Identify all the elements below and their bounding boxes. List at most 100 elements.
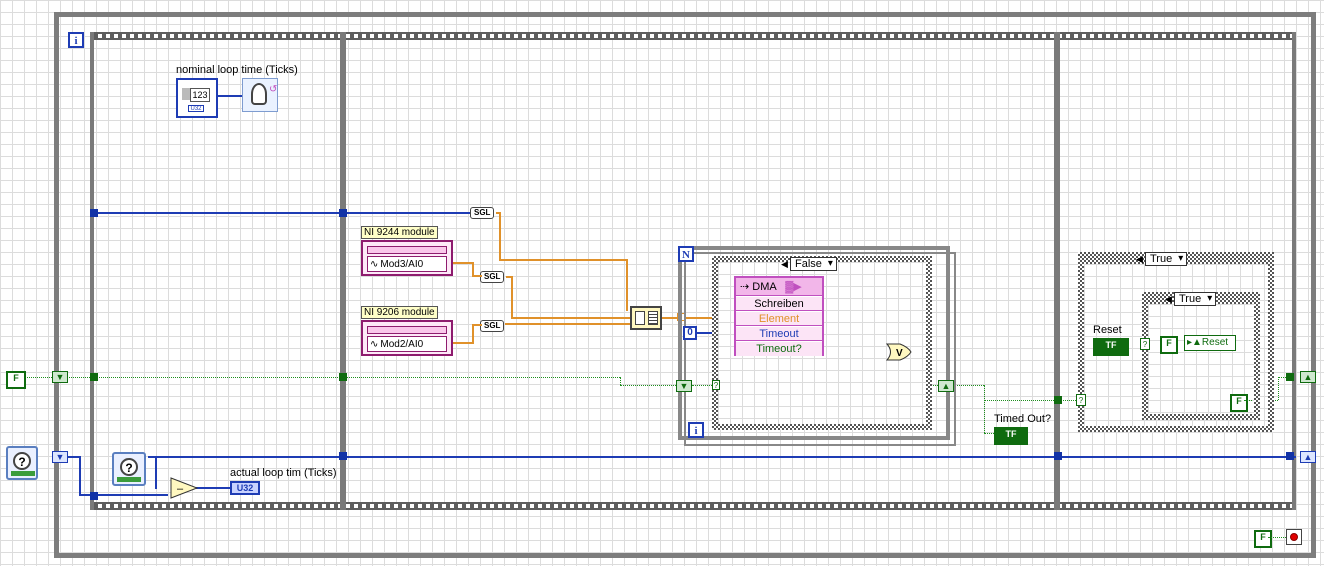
dma-timeout-row[interactable]: Timeout <box>736 327 822 341</box>
sequence-left-border <box>90 32 94 510</box>
false-constant-case[interactable]: F <box>1230 394 1248 412</box>
for-loop-shift-left[interactable]: ▼ <box>676 380 692 392</box>
tunnel-tick-left[interactable] <box>90 492 98 500</box>
u32-type-tag: U32 <box>188 105 204 112</box>
svg-text:–: – <box>177 483 184 495</box>
wait-until-next-multiple-icon[interactable]: ↺ <box>242 78 278 112</box>
stop-terminal[interactable] <box>1286 529 1302 545</box>
dma-timed-out-row[interactable]: Timeout? <box>736 342 822 356</box>
wire-tick-left-1[interactable] <box>66 456 80 458</box>
nominal-loop-time-label: nominal loop time (Ticks) <box>176 64 298 76</box>
wire-sgl1-b[interactable] <box>499 212 501 260</box>
case-true-inner-selector[interactable]: ◀ True <box>1165 292 1217 306</box>
numeric-arrow-icon <box>182 88 190 100</box>
case-question-inner[interactable]: ? <box>1140 338 1150 350</box>
case-question-tunnel[interactable]: ? <box>712 380 720 390</box>
actual-loop-time-indicator[interactable]: U32 <box>230 481 260 495</box>
shift-register-stop-right[interactable]: ▲ <box>1300 371 1316 383</box>
wire-timing-top[interactable] <box>94 212 472 214</box>
zero-constant[interactable]: 0 <box>683 326 697 340</box>
tunnel-timed-right[interactable] <box>1054 396 1062 404</box>
wire-tick-long[interactable] <box>148 456 1296 458</box>
wire-tick-left-2[interactable] <box>79 456 81 496</box>
ni9206-channel[interactable]: ∿ Mod2/AI0 <box>367 336 447 352</box>
wire-drop-timed[interactable] <box>984 385 985 433</box>
tunnel-tick-end[interactable] <box>1286 452 1294 460</box>
sequence-divider-1[interactable] <box>340 32 346 510</box>
tick-count-icon[interactable]: ? <box>6 446 38 480</box>
reset-control[interactable]: TF <box>1093 338 1129 356</box>
wire-f-case[interactable] <box>1244 400 1252 401</box>
tunnel-tick-right[interactable] <box>1054 452 1062 460</box>
wire-ni9206-up[interactable] <box>472 324 474 344</box>
for-loop-count-terminal[interactable]: N <box>678 246 694 262</box>
clock-base <box>11 471 35 476</box>
wire-to-case[interactable] <box>984 400 1076 401</box>
dma-fifo-node[interactable]: ⇢ DMA ▓▶ Schreiben Element Timeout Timeo… <box>734 276 824 356</box>
wire-ni9244-sgl[interactable] <box>472 275 482 277</box>
dma-mode-row[interactable]: Schreiben <box>736 297 822 311</box>
to-sgl-conversion-1[interactable]: SGL <box>470 207 495 219</box>
case-true-outer-selector-label: True <box>1150 253 1173 265</box>
case-question-outer[interactable]: ? <box>1076 394 1086 406</box>
case-true-outer-selector[interactable]: ◀ True <box>1136 252 1188 266</box>
wire-stop-drop[interactable] <box>620 377 621 385</box>
ni9244-channel[interactable]: ∿ Mod3/AI0 <box>367 256 447 272</box>
wire-sgl2-b[interactable] <box>511 276 513 318</box>
tunnel-stop-left[interactable] <box>90 373 98 381</box>
wire-stop[interactable] <box>1268 537 1286 538</box>
tick-count-inner-icon[interactable]: ? <box>112 452 146 486</box>
tunnel-timing-mid[interactable] <box>339 209 347 217</box>
build-array-node[interactable] <box>630 306 662 330</box>
wire-sgl1-c[interactable] <box>499 259 627 261</box>
wire-ni9206-sgl[interactable] <box>472 324 482 326</box>
tunnel-stop-mid[interactable] <box>339 373 347 381</box>
wire-timed-out-ind[interactable] <box>984 433 994 434</box>
array-icon-left <box>635 311 645 325</box>
ni9206-io-node[interactable]: ∿ Mod2/AI0 <box>361 320 453 356</box>
wire-ni9206-out[interactable] <box>453 342 473 344</box>
wire-ni9244-down[interactable] <box>472 262 474 276</box>
wire-case-up[interactable] <box>1278 377 1279 400</box>
ni9244-io-node[interactable]: ∿ Mod3/AI0 <box>361 240 453 276</box>
nominal-loop-time-control[interactable]: 123 U32 <box>176 78 218 118</box>
wire-sgl2-c[interactable] <box>511 317 631 319</box>
false-constant-reset[interactable]: F <box>1160 336 1178 354</box>
case-inner-prev-arrow[interactable]: ◀ <box>1165 293 1172 305</box>
case-prev-arrow[interactable]: ◀ <box>781 258 788 270</box>
false-constant-init[interactable]: F <box>6 371 26 389</box>
wire-tick-down[interactable] <box>155 457 157 489</box>
wire-stop-dma[interactable] <box>620 385 678 386</box>
timed-out-label: Timed Out? <box>994 413 1052 425</box>
shift-register-stop-left[interactable]: ▼ <box>52 371 68 383</box>
shift-register-tick-right[interactable]: ▲ <box>1300 451 1316 463</box>
wire-sgl3[interactable] <box>505 323 631 325</box>
case-false-selector[interactable]: ◀ False <box>781 257 837 271</box>
reset-property-node[interactable]: ▸▲Reset <box>1184 335 1236 351</box>
for-loop-shift-right[interactable]: ▲ <box>938 380 954 392</box>
sequence-divider-2[interactable] <box>1054 32 1060 510</box>
wire-stop-shift[interactable] <box>22 377 54 378</box>
false-constant-stop[interactable]: F <box>1254 530 1272 548</box>
clock-base-inner <box>117 477 141 482</box>
ni9244-label: NI 9244 module <box>361 226 438 239</box>
timed-out-indicator[interactable]: TF <box>994 427 1028 445</box>
to-sgl-conversion-3[interactable]: SGL <box>480 320 505 332</box>
io-node-header-2 <box>367 326 447 334</box>
subtract-node[interactable]: – <box>170 477 198 499</box>
to-sgl-conversion-2[interactable]: SGL <box>480 271 505 283</box>
shift-register-tick-left[interactable]: ▼ <box>52 451 68 463</box>
tunnel-stop-end[interactable] <box>1286 373 1294 381</box>
wire-subtract-out[interactable] <box>196 487 232 489</box>
tunnel-timing-left[interactable] <box>90 209 98 217</box>
or-node[interactable]: V <box>886 343 912 361</box>
wire-for-out[interactable] <box>954 385 984 386</box>
tunnel-tick-mid[interactable] <box>339 452 347 460</box>
wire-sgl1-d[interactable] <box>626 259 628 311</box>
dma-element-row[interactable]: Element <box>736 312 822 326</box>
case-outer-prev-arrow[interactable]: ◀ <box>1136 253 1143 265</box>
clock-question-icon-inner: ? <box>120 458 138 476</box>
wire-ni9244-out[interactable] <box>453 262 473 264</box>
svg-text:V: V <box>896 348 903 359</box>
case-false-selector-label: False <box>795 258 822 270</box>
